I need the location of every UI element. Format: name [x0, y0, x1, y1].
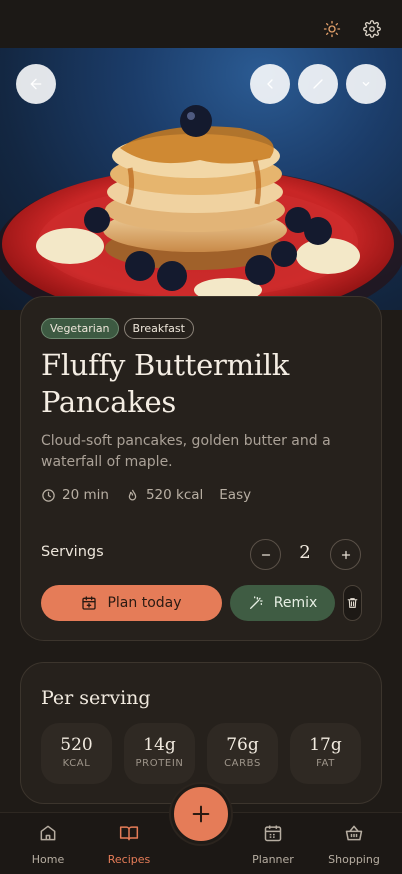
- pancake-photo: [0, 105, 402, 310]
- nutrition-card: Per serving 520 KCAL 14g PROTEIN 76g CAR…: [20, 662, 382, 804]
- recipe-card: Vegetarian Breakfast Fluffy Buttermilk P…: [20, 296, 382, 641]
- nutrition-value: 520: [60, 735, 93, 755]
- plan-today-button[interactable]: Plan today: [41, 585, 222, 621]
- nutrition-fat: 17g FAT: [290, 723, 361, 784]
- servings-increase-button[interactable]: [330, 539, 361, 570]
- tag-chip[interactable]: Breakfast: [123, 318, 194, 339]
- arrow-left-icon: [30, 78, 42, 90]
- calendar-add-icon: [82, 596, 97, 610]
- nutrition-label: PROTEIN: [135, 758, 184, 769]
- nutrition-kcal: 520 KCAL: [41, 723, 112, 784]
- trash-icon: [347, 598, 358, 608]
- clock-icon: [42, 488, 55, 502]
- nutrition-protein: 14g PROTEIN: [124, 723, 195, 784]
- share-button[interactable]: [250, 64, 290, 104]
- remix-button[interactable]: Remix: [230, 585, 335, 621]
- plan-today-label: Plan today: [107, 595, 182, 611]
- calories-value: 520 kcal: [145, 487, 204, 503]
- servings-decrease-button[interactable]: [250, 539, 281, 570]
- delete-button[interactable]: [343, 585, 362, 621]
- back-button[interactable]: [16, 64, 56, 104]
- nutrition-value: 76g: [226, 735, 259, 755]
- nav-item-home[interactable]: Home: [6, 823, 90, 866]
- time-meta: 20 min: [41, 487, 109, 503]
- recipe-hero-image: [0, 48, 402, 310]
- servings-value: 2: [299, 542, 311, 563]
- add-recipe-button[interactable]: [171, 784, 231, 844]
- nutrition-label: CARBS: [224, 758, 261, 769]
- pencil-icon: [313, 79, 323, 89]
- book-icon: [119, 826, 139, 841]
- plus-icon: [192, 805, 210, 823]
- plus-icon: [341, 550, 350, 559]
- difficulty-value: Easy: [219, 487, 252, 503]
- nutrition-label: KCAL: [62, 758, 91, 769]
- sun-icon[interactable]: [323, 20, 341, 38]
- nav-label: Shopping: [328, 853, 380, 866]
- flame-icon: [128, 489, 137, 500]
- nutrition-value: 17g: [309, 735, 342, 755]
- top-bar: [0, 0, 402, 48]
- home-icon: [40, 825, 56, 841]
- basket-icon: [345, 825, 363, 841]
- tag-chip[interactable]: Vegetarian: [41, 318, 119, 339]
- nav-label: Recipes: [107, 853, 151, 866]
- nav-item-planner[interactable]: Planner: [231, 823, 315, 866]
- favorite-button[interactable]: [346, 64, 386, 104]
- servings-label: Servings: [41, 544, 104, 560]
- calendar-icon: [264, 825, 282, 842]
- calories-meta: 520 kcal: [125, 487, 203, 503]
- nav-label: Planner: [252, 853, 294, 866]
- recipe-meta: 20 min 520 kcal Easy: [41, 487, 251, 503]
- tag-list: Vegetarian Breakfast: [41, 318, 194, 339]
- edit-button[interactable]: [298, 64, 338, 104]
- nutrition-label: FAT: [316, 758, 335, 769]
- heart-icon: [362, 82, 370, 87]
- nav-label: Home: [31, 853, 65, 866]
- nav-item-recipes[interactable]: Recipes: [87, 823, 171, 866]
- recipe-title: Fluffy Buttermilk Pancakes: [41, 348, 289, 419]
- nutrition-value: 14g: [143, 735, 176, 755]
- nutrition-heading: Per serving: [41, 687, 151, 709]
- nav-item-shopping[interactable]: Shopping: [312, 823, 396, 866]
- magic-wand-icon: [249, 596, 263, 609]
- minus-icon: [261, 553, 270, 556]
- share-icon: [267, 79, 273, 89]
- time-value: 20 min: [62, 487, 109, 503]
- recipe-description: Cloud-soft pancakes, golden butter and a…: [41, 433, 331, 470]
- nutrition-carbs: 76g CARBS: [207, 723, 278, 784]
- remix-label: Remix: [273, 595, 318, 611]
- gear-icon[interactable]: [363, 20, 381, 38]
